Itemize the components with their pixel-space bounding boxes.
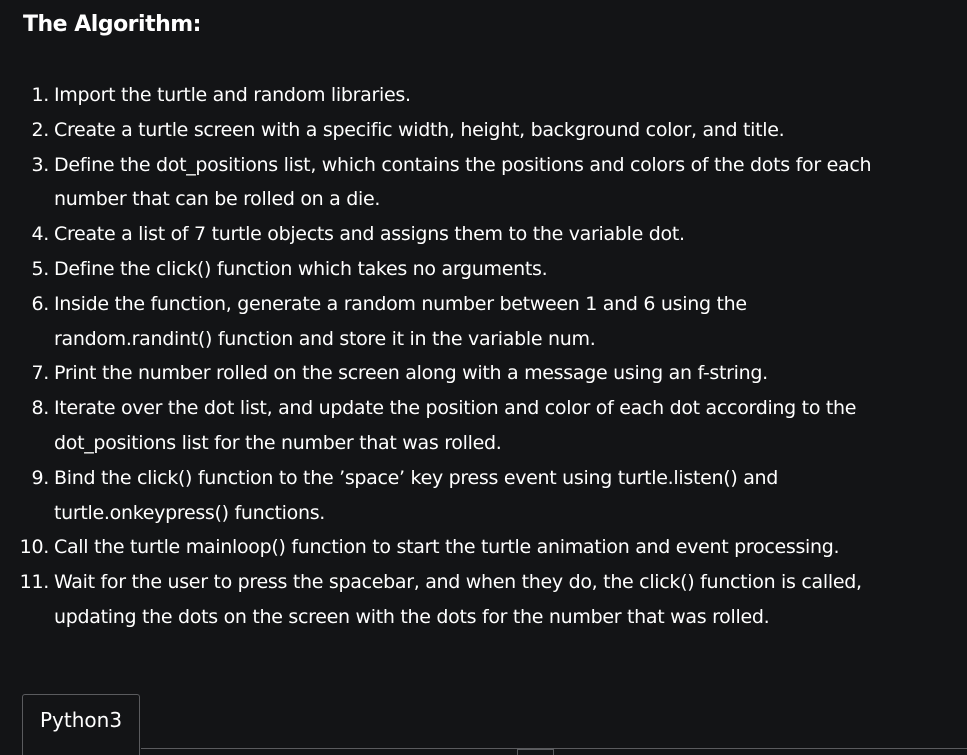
step-number: 5.: [31, 257, 49, 280]
step-number: 4.: [31, 223, 49, 246]
step-text: Print the number rolled on the screen al…: [54, 362, 768, 385]
step-number: 1.: [31, 84, 49, 106]
step-item: 10. Call the turtle mainloop() function …: [0, 530, 967, 565]
section-heading: The Algorithm:: [23, 12, 201, 37]
step-text: Inside the function, generate a random n…: [54, 292, 747, 315]
step-text: Create a list of 7 turtle objects and as…: [54, 223, 685, 246]
step-number: 6.: [31, 292, 49, 315]
step-text-continued: updating the dots on the screen with the…: [54, 605, 770, 628]
step-item: 2. Create a turtle screen with a specifi…: [0, 113, 967, 148]
step-text: Import the turtle and random libraries.: [54, 84, 411, 106]
code-block-edge: [517, 749, 554, 755]
step-number: 3.: [31, 153, 49, 176]
step-number: 9.: [31, 466, 49, 489]
step-item: 6. Inside the function, generate a rando…: [0, 287, 967, 357]
code-language-tab-label: Python3: [40, 708, 123, 732]
step-text-continued: random.randint() function and store it i…: [54, 327, 596, 350]
step-item: 8. Iterate over the dot list, and update…: [0, 391, 967, 461]
step-text: Iterate over the dot list, and update th…: [54, 397, 857, 420]
step-item: 7. Print the number rolled on the screen…: [0, 356, 967, 391]
step-text: Call the turtle mainloop() function to s…: [54, 536, 840, 559]
algorithm-steps-list: 1. Import the turtle and random librarie…: [0, 78, 967, 635]
step-number: 7.: [31, 362, 49, 385]
step-number: 11.: [19, 571, 50, 594]
step-text-continued: turtle.onkeypress() functions.: [54, 501, 326, 524]
step-text: Define the dot_positions list, which con…: [54, 153, 872, 176]
step-text: Wait for the user to press the spacebar,…: [54, 571, 862, 594]
step-text-continued: number that can be rolled on a die.: [54, 188, 381, 211]
step-item: 4. Create a list of 7 turtle objects and…: [0, 217, 967, 252]
step-text: Bind the click() function to the ’space’…: [54, 466, 779, 489]
code-tabs-divider: [141, 748, 967, 749]
step-item: 1. Import the turtle and random librarie…: [0, 78, 967, 113]
step-text: Create a turtle screen with a specific w…: [54, 118, 785, 141]
step-number: 2.: [31, 118, 49, 141]
code-language-tab-python3[interactable]: Python3: [22, 694, 140, 755]
step-item: 11. Wait for the user to press the space…: [0, 565, 967, 635]
step-text: Define the click() function which takes …: [54, 257, 548, 280]
article-section: The Algorithm: 1. Import the turtle and …: [0, 0, 967, 755]
step-number: 8.: [31, 397, 49, 420]
step-text-continued: dot_positions list for the number that w…: [54, 431, 502, 454]
step-item: 5. Define the click() function which tak…: [0, 252, 967, 287]
step-item: 3. Define the dot_positions list, which …: [0, 148, 967, 218]
step-item: 9. Bind the click() function to the ’spa…: [0, 461, 967, 531]
step-number: 10.: [19, 536, 50, 559]
